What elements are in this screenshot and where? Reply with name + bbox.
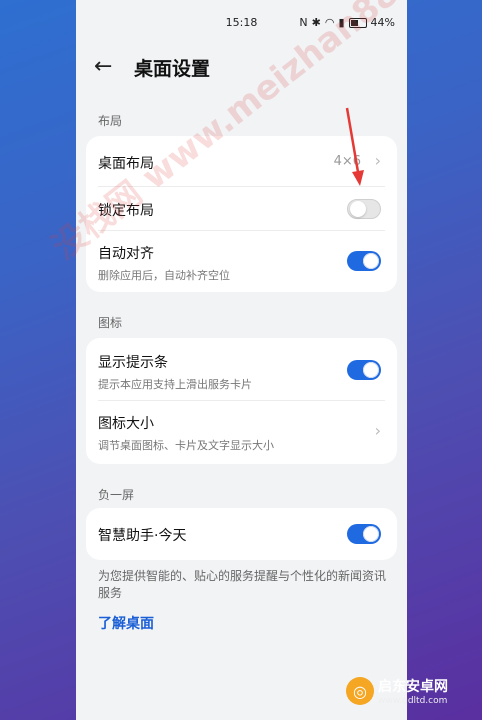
layout-card: 桌面布局 4×6 › 锁定布局 自动对齐 删除应用后，自动补齐空位 (86, 136, 397, 292)
lock-layout-toggle[interactable] (347, 199, 381, 219)
icon-size-row[interactable]: 图标大小 调节桌面图标、卡片及文字显示大小 › (86, 401, 397, 464)
auto-align-row: 自动对齐 删除应用后，自动补齐空位 (86, 231, 397, 291)
icon-size-subtitle: 调节桌面图标、卡片及文字显示大小 (98, 439, 274, 452)
desktop-layout-value: 4×6 (333, 154, 361, 169)
section-label-minus-one: 负一屏 (98, 488, 135, 502)
lock-layout-row: 锁定布局 (86, 187, 397, 230)
page-title: 桌面设置 (134, 57, 211, 80)
title-bar: ← 桌面设置 (94, 52, 210, 82)
toggle-knob (363, 253, 379, 269)
status-icons: N ✱ ◠ ▮ 44% (299, 16, 395, 29)
chevron-right-icon: › (374, 151, 381, 170)
learn-desktop-link[interactable]: 了解桌面 (98, 613, 154, 633)
auto-align-subtitle: 删除应用后，自动补齐空位 (98, 269, 230, 282)
show-bar-toggle[interactable] (347, 360, 381, 380)
footnote-text: 为您提供智能的、贴心的服务提醒与个性化的新闻资讯服务 (98, 569, 387, 600)
toggle-knob (363, 526, 379, 542)
nfc-icon: N (299, 16, 308, 29)
auto-align-title: 自动对齐 (98, 246, 154, 262)
battery-percent: 44% (370, 16, 395, 29)
show-bar-row: 显示提示条 提示本应用支持上滑出服务卡片 (86, 338, 397, 400)
toggle-knob (363, 362, 379, 378)
auto-align-toggle[interactable] (347, 251, 381, 271)
status-bar: 15:18 N ✱ ◠ ▮ 44% (76, 14, 407, 34)
assistant-row: 智慧助手·今天 (86, 508, 397, 560)
desktop-layout-title: 桌面布局 (98, 156, 154, 172)
icon-size-title: 图标大小 (98, 416, 154, 432)
icons-card: 显示提示条 提示本应用支持上滑出服务卡片 图标大小 调节桌面图标、卡片及文字显示… (86, 338, 397, 464)
wifi-icon: ◠ (324, 16, 335, 29)
show-bar-title: 显示提示条 (98, 355, 168, 371)
lock-layout-title: 锁定布局 (98, 203, 154, 219)
phone-screen: 15:18 N ✱ ◠ ▮ 44% ← 桌面设置 布局 桌面布局 4×6 › 锁… (76, 0, 407, 720)
back-arrow-icon[interactable]: ← (94, 56, 122, 78)
assistant-toggle[interactable] (347, 524, 381, 544)
desktop-layout-row[interactable]: 桌面布局 4×6 › (86, 136, 397, 186)
chevron-right-icon: › (374, 421, 381, 440)
minus-one-card: 智慧助手·今天 (86, 508, 397, 560)
signal-icon: ▮ (338, 16, 345, 29)
section-label-layout: 布局 (98, 114, 123, 128)
battery-icon (348, 17, 367, 28)
show-bar-subtitle: 提示本应用支持上滑出服务卡片 (98, 378, 252, 391)
toggle-knob (350, 201, 366, 217)
assistant-title: 智慧助手·今天 (98, 528, 187, 544)
bluetooth-icon: ✱ (311, 16, 321, 29)
section-label-icons: 图标 (98, 316, 123, 330)
